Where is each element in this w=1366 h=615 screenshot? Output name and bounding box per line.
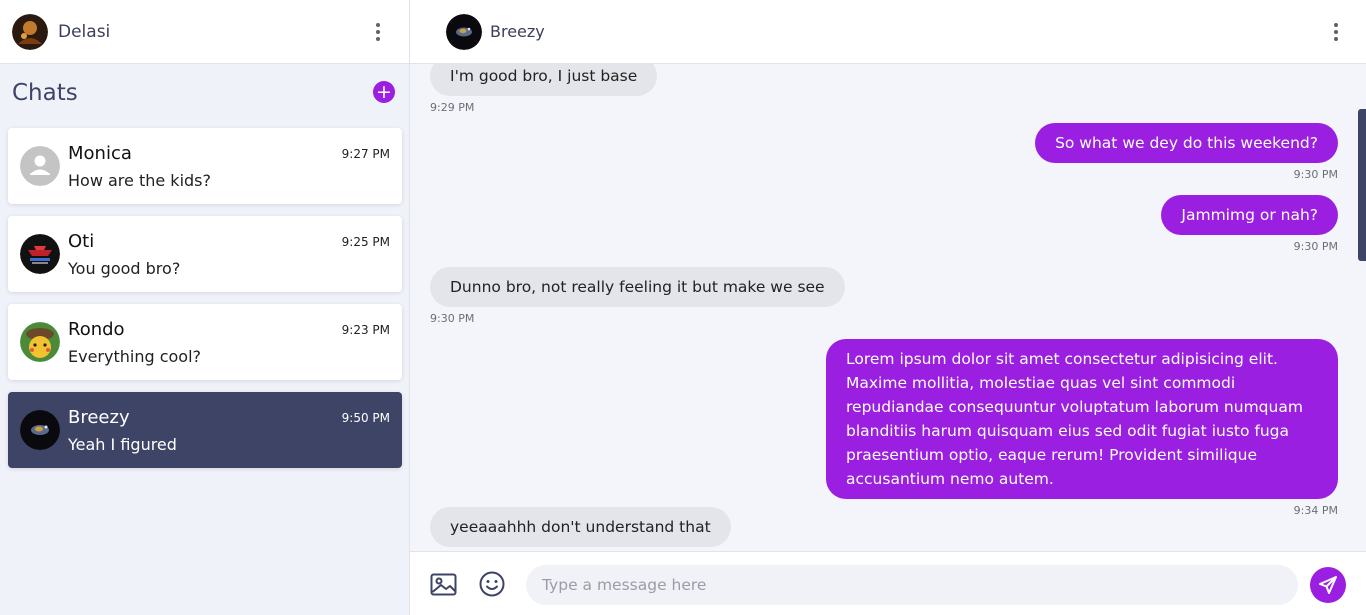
chat-item-time: 9:23 PM [341, 323, 390, 337]
message-outgoing: Lorem ipsum dolor sit amet consectetur a… [826, 339, 1338, 517]
new-chat-button[interactable]: + [373, 81, 395, 103]
chat-item-name: Rondo [68, 319, 125, 340]
user-avatar[interactable] [12, 13, 48, 50]
default-avatar-icon [20, 146, 60, 186]
message-incoming: yeeaaahhh don't understand that [430, 507, 731, 547]
conversation-panel: Breezy I'm good bro, I just base 9:29 PM… [410, 0, 1366, 615]
message-time: 9:29 PM [430, 101, 475, 114]
message-bubble: Lorem ipsum dolor sit amet consectetur a… [826, 339, 1338, 499]
message-incoming: Dunno bro, not really feeling it but mak… [430, 267, 845, 325]
message-time: 9:30 PM [1293, 240, 1338, 253]
message-input[interactable] [526, 565, 1298, 605]
message-time: 9:30 PM [1293, 168, 1338, 181]
message-list: I'm good bro, I just base 9:29 PM So wha… [410, 64, 1366, 551]
chat-item-preview: Yeah I figured [68, 435, 177, 454]
chat-item-time: 9:50 PM [341, 411, 390, 425]
message-outgoing: So what we dey do this weekend? 9:30 PM [1035, 123, 1338, 181]
contact-avatar[interactable] [446, 14, 482, 50]
contact-name: Breezy [490, 22, 545, 41]
message-bubble: I'm good bro, I just base [430, 64, 658, 96]
send-button[interactable] [1310, 567, 1346, 603]
message-incoming: I'm good bro, I just base 9:29 PM [430, 64, 658, 114]
chat-list: Monica How are the kids? 9:27 PM Oti You… [8, 128, 402, 480]
message-time: 9:30 PM [430, 312, 475, 325]
chat-item-rondo[interactable]: Rondo Everything cool? 9:23 PM [8, 304, 402, 380]
sidebar-header: Delasi [0, 0, 409, 64]
chat-item-time: 9:27 PM [341, 147, 390, 161]
message-composer [410, 551, 1366, 615]
chat-item-name: Breezy [68, 407, 130, 428]
chat-item-preview: You good bro? [68, 259, 181, 278]
chat-item-breezy[interactable]: Breezy Yeah I figured 9:50 PM [8, 392, 402, 468]
chats-heading-bar: Chats + [0, 64, 409, 124]
message-bubble: Jammimg or nah? [1161, 195, 1338, 235]
chat-sidebar: Delasi Chats + Monica How are the kids? … [0, 0, 410, 615]
conversation-header: Breezy [410, 0, 1366, 64]
contact-avatar [20, 322, 60, 362]
emoji-icon[interactable] [479, 571, 505, 601]
message-outgoing: Jammimg or nah? 9:30 PM [1161, 195, 1338, 253]
contact-avatar [20, 410, 60, 450]
user-name: Delasi [58, 21, 111, 42]
chat-item-name: Monica [68, 143, 132, 164]
message-bubble: So what we dey do this weekend? [1035, 123, 1338, 163]
chat-item-preview: Everything cool? [68, 347, 202, 366]
message-time: 9:34 PM [1293, 504, 1338, 517]
sidebar-menu-icon[interactable] [366, 20, 390, 44]
chats-title: Chats [12, 80, 78, 106]
conversation-menu-icon[interactable] [1324, 20, 1348, 44]
send-icon [1319, 576, 1337, 594]
image-attach-icon[interactable] [430, 571, 458, 601]
chat-item-preview: How are the kids? [68, 171, 211, 190]
chat-item-time: 9:25 PM [341, 235, 390, 249]
chat-item-oti[interactable]: Oti You good bro? 9:25 PM [8, 216, 402, 292]
scrollbar-thumb[interactable] [1358, 109, 1366, 261]
message-bubble: yeeaaahhh don't understand that [430, 507, 731, 547]
contact-avatar [20, 234, 60, 274]
chat-item-monica[interactable]: Monica How are the kids? 9:27 PM [8, 128, 402, 204]
message-bubble: Dunno bro, not really feeling it but mak… [430, 267, 845, 307]
chat-item-name: Oti [68, 231, 95, 252]
